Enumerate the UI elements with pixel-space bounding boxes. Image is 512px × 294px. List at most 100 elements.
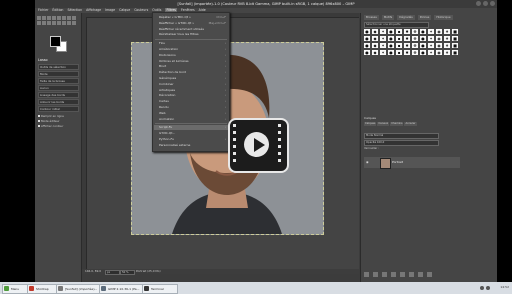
brush-preset-icon[interactable]: ▪: [396, 50, 402, 55]
brush-preset-icon[interactable]: ✶: [380, 50, 386, 55]
brush-preset-icon[interactable]: ●: [388, 29, 394, 34]
brush-preset-icon[interactable]: ◆: [372, 29, 378, 34]
fg-bg-colors[interactable]: [50, 36, 67, 52]
filters-menu-item[interactable]: Combiner: [159, 82, 174, 86]
brush-preset-icon[interactable]: ▪: [396, 36, 402, 41]
filters-menu-item[interactable]: Ombres et lumières: [159, 59, 189, 63]
tab-gradients[interactable]: Dégradés: [397, 15, 415, 20]
option-checkbox[interactable]: Remplir en ligne: [38, 114, 64, 118]
tab-brushes[interactable]: Brosses: [364, 15, 379, 20]
brush-preset-icon[interactable]: ✹: [404, 43, 410, 48]
brush-preset-icon[interactable]: ✷: [444, 29, 450, 34]
option-checkbox[interactable]: Afficher contour: [38, 124, 63, 128]
brush-preset-icon[interactable]: ◆: [372, 36, 378, 41]
brush-preset-icon[interactable]: ●: [420, 50, 426, 55]
duplicate-layer-icon[interactable]: [400, 272, 405, 277]
brush-preset-icon[interactable]: ✷: [444, 36, 450, 41]
tab-fonts[interactable]: Polices: [417, 15, 432, 20]
tool-icon[interactable]: [42, 16, 46, 20]
tool-option-row[interactable]: Adoucir les bords: [38, 99, 79, 105]
maximize-button[interactable]: [483, 1, 488, 6]
anchor-layer-icon[interactable]: [409, 272, 414, 277]
brush-preset-icon[interactable]: ✹: [404, 29, 410, 34]
brush-preset-icon[interactable]: ●: [420, 43, 426, 48]
brush-preset-icon[interactable]: ●: [388, 50, 394, 55]
tab-layers[interactable]: Calques: [364, 122, 377, 126]
tool-option-row[interactable]: Taille de la brosse: [38, 78, 79, 84]
brush-preset-icon[interactable]: ◉: [436, 43, 442, 48]
lower-layer-icon[interactable]: [391, 272, 396, 277]
tab-channels[interactable]: Canaux: [377, 122, 390, 126]
brush-preset-icon[interactable]: ◉: [436, 29, 442, 34]
brush-preset-icon[interactable]: ❋: [412, 36, 418, 41]
tab-paths[interactable]: Chemins: [390, 122, 404, 126]
layer-opacity-slider[interactable]: Opacité 100,0: [364, 140, 439, 146]
brush-preset-icon[interactable]: ●: [388, 36, 394, 41]
tool-icon[interactable]: [37, 21, 41, 25]
filters-menu-item[interactable]: Animation: [159, 117, 174, 121]
filters-menu-item[interactable]: Web: [159, 111, 166, 115]
filters-menu-item[interactable]: Flou: [159, 41, 165, 45]
foreground-color-swatch[interactable]: [50, 36, 61, 47]
tool-option-row[interactable]: Outils de sélection: [38, 64, 79, 70]
brush-preset-icon[interactable]: ●: [364, 50, 370, 55]
brush-preset-icon[interactable]: ●: [388, 43, 394, 48]
brush-preset-icon[interactable]: ■: [452, 36, 458, 41]
brush-preset-icon[interactable]: ●: [420, 29, 426, 34]
filters-menu-item[interactable]: Réinitialiser tous les filtres: [159, 32, 199, 36]
zoom-select[interactable]: 50 %: [120, 270, 135, 275]
tool-icon[interactable]: [42, 21, 46, 25]
tool-icon[interactable]: [67, 16, 71, 20]
tool-icon[interactable]: [52, 21, 56, 25]
tool-icon[interactable]: [67, 21, 71, 25]
tab-patterns[interactable]: Motifs: [381, 15, 395, 20]
taskbar-item[interactable]: Terminal: [142, 284, 178, 294]
tool-icon[interactable]: [57, 21, 61, 25]
brush-preset-icon[interactable]: ●: [364, 29, 370, 34]
filters-menu-item[interactable]: Personnalisé externe: [159, 143, 190, 147]
brush-preset-icon[interactable]: ●: [364, 36, 370, 41]
new-layer-icon[interactable]: [364, 272, 369, 277]
tool-icon[interactable]: [47, 16, 51, 20]
brush-preset-icon[interactable]: ●: [364, 43, 370, 48]
filters-menu-item[interactable]: Bruit: [159, 64, 166, 68]
close-button[interactable]: [490, 1, 495, 6]
tool-icon[interactable]: [47, 21, 51, 25]
brush-preset-icon[interactable]: ✶: [380, 36, 386, 41]
unit-select[interactable]: px: [105, 270, 120, 275]
brush-preset-icon[interactable]: ❋: [412, 29, 418, 34]
tool-icon[interactable]: [62, 16, 66, 20]
brush-preset-icon[interactable]: ✦: [428, 43, 434, 48]
tool-option-row[interactable]: Aucun: [38, 85, 79, 91]
brush-preset-icon[interactable]: ✶: [380, 29, 386, 34]
brush-preset-icon[interactable]: ✹: [404, 36, 410, 41]
brush-preset-icon[interactable]: ✹: [404, 50, 410, 55]
brush-preset-icon[interactable]: ✷: [444, 50, 450, 55]
brush-preset-icon[interactable]: ✶: [380, 43, 386, 48]
filters-menu-item[interactable]: Python-Fu: [159, 137, 174, 141]
tool-icon[interactable]: [72, 21, 76, 25]
brush-preset-icon[interactable]: ●: [420, 36, 426, 41]
brush-preset-icon[interactable]: ✦: [428, 29, 434, 34]
tool-option-row[interactable]: Mode: [38, 71, 79, 77]
filters-menu-item[interactable]: Détection de bord: [159, 70, 186, 74]
video-play-button[interactable]: [228, 118, 289, 173]
brush-tag-filter[interactable]: Sélectionner une étiquette: [364, 22, 429, 28]
tool-icon[interactable]: [72, 16, 76, 20]
filters-menu-item[interactable]: Distorsions: [159, 53, 176, 57]
filters-menu-item[interactable]: Cartes: [159, 99, 169, 103]
brush-preset-icon[interactable]: ◉: [436, 50, 442, 55]
raise-layer-icon[interactable]: [382, 272, 387, 277]
filters-menu-item[interactable]: Décoration: [159, 93, 175, 97]
mask-icon[interactable]: [418, 272, 423, 277]
filters-menu-item[interactable]: Artistiques: [159, 88, 175, 92]
tool-icon[interactable]: [52, 16, 56, 20]
brush-preset-icon[interactable]: ✦: [428, 36, 434, 41]
brush-preset-icon[interactable]: ✦: [428, 50, 434, 55]
brush-preset-icon[interactable]: ■: [452, 50, 458, 55]
network-icon[interactable]: [486, 286, 490, 290]
brush-preset-icon[interactable]: ✷: [444, 43, 450, 48]
new-group-icon[interactable]: [373, 272, 378, 277]
filters-menu-item[interactable]: Réafficher récemment utilisés: [159, 27, 204, 31]
option-checkbox[interactable]: Mode éditeur: [38, 119, 60, 123]
